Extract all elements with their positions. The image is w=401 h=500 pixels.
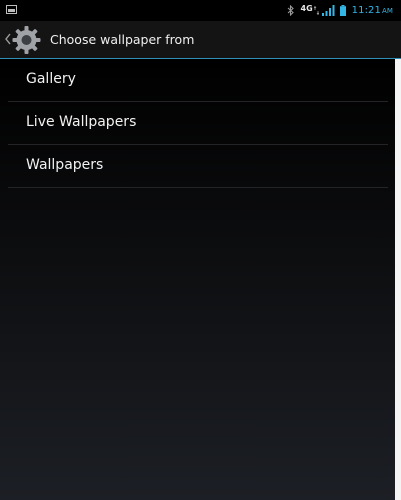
battery-icon — [339, 5, 346, 16]
signal-strength-icon — [321, 5, 335, 16]
clock-time: 11:21 — [351, 5, 381, 16]
settings-gear-icon[interactable] — [11, 25, 42, 55]
screenshot-notification-icon — [6, 5, 17, 14]
status-bar: 4G 11:21 AM — [0, 0, 401, 21]
wallpaper-source-list: Gallery Live Wallpapers Wallpapers — [8, 59, 388, 188]
list-item-label: Wallpapers — [26, 157, 104, 173]
list-item-gallery[interactable]: Gallery — [8, 59, 388, 102]
list-item-label: Gallery — [26, 71, 76, 87]
clock-ampm: AM — [381, 6, 393, 15]
network-type-label: 4G — [300, 4, 313, 13]
content-area: Gallery Live Wallpapers Wallpapers — [0, 59, 401, 500]
list-item-live-wallpapers[interactable]: Live Wallpapers — [8, 102, 388, 145]
device-screen: 4G 11:21 AM Choose wallpaper from Galler… — [0, 0, 401, 500]
screen-edge — [395, 59, 401, 500]
page-title: Choose wallpaper from — [50, 32, 195, 47]
action-bar: Choose wallpaper from — [0, 21, 401, 59]
list-item-wallpapers[interactable]: Wallpapers — [8, 145, 388, 188]
status-icons: 4G 11:21 AM — [287, 0, 394, 21]
list-item-label: Live Wallpapers — [26, 114, 137, 130]
bluetooth-icon — [287, 5, 294, 16]
data-arrows-icon — [313, 6, 319, 15]
